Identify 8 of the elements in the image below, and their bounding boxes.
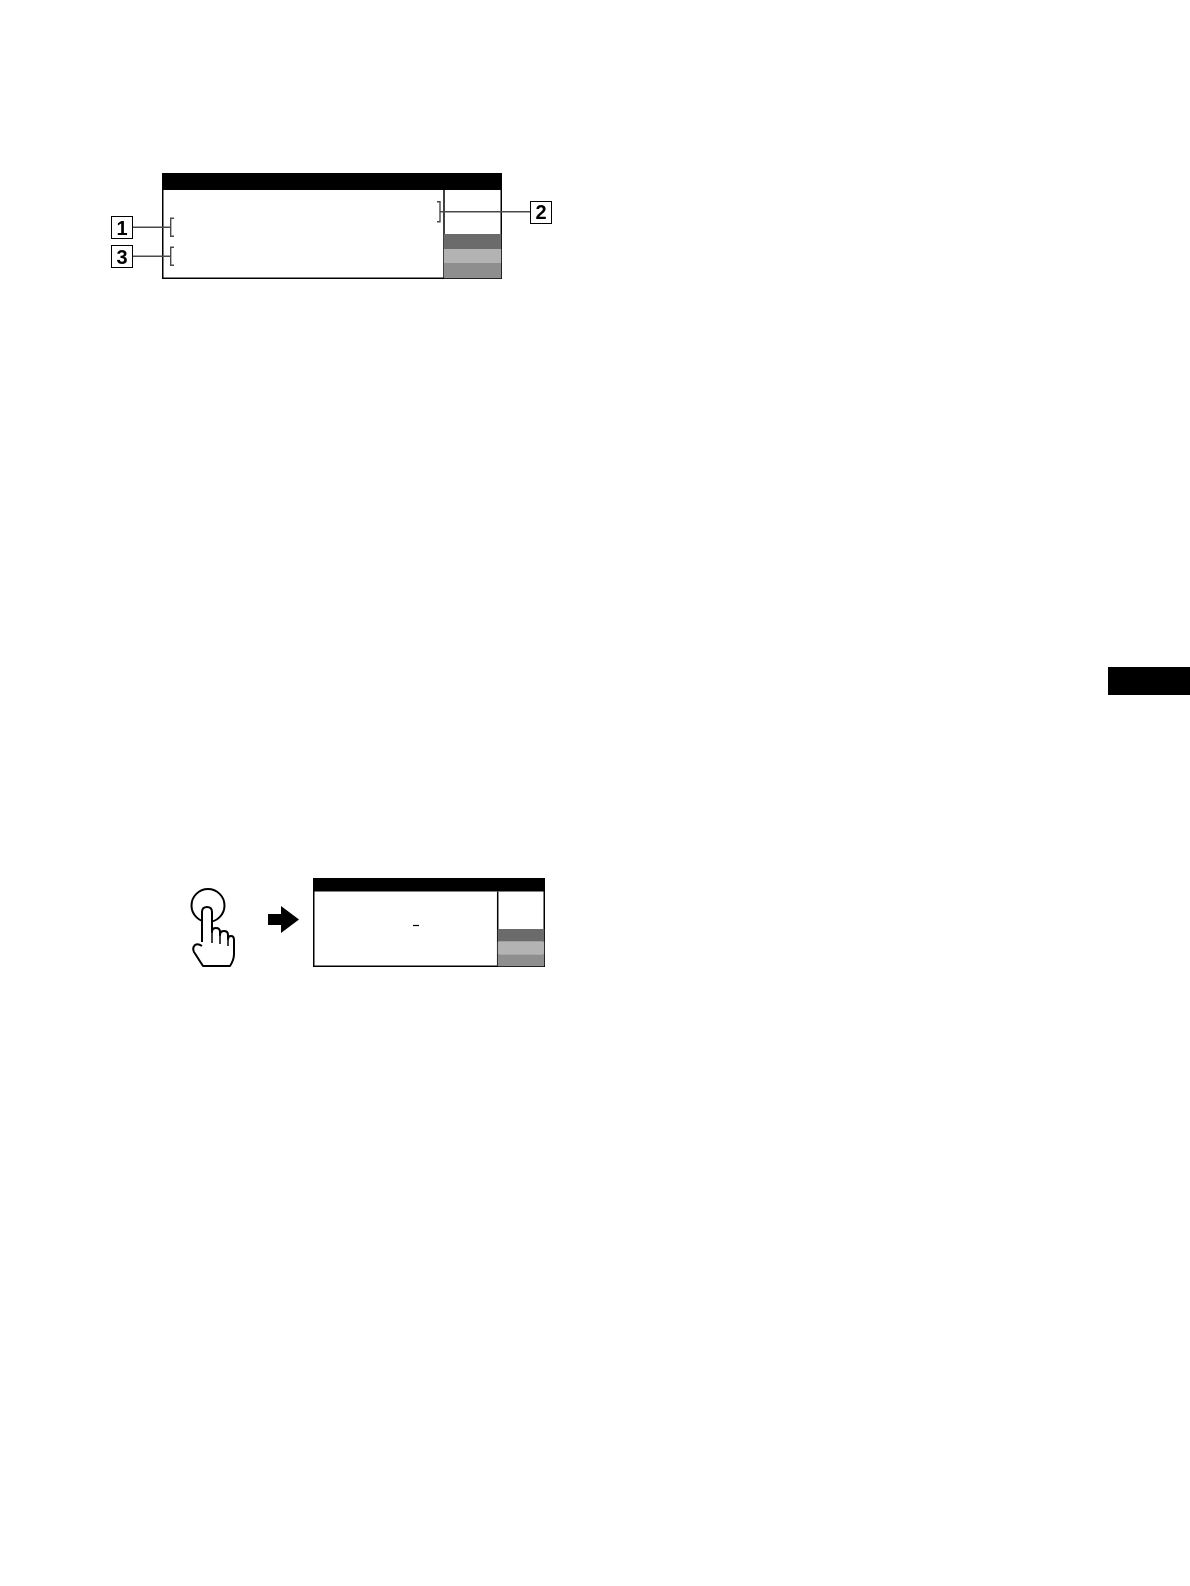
dash-icon — [412, 924, 420, 927]
callout-number: 1 — [111, 216, 133, 239]
callout-number: 3 — [111, 245, 133, 268]
leader-line — [132, 246, 175, 266]
callout-number: 2 — [530, 200, 552, 224]
leader-line — [132, 217, 175, 237]
arrow-right-icon — [268, 906, 299, 933]
finger-button-icon — [190, 888, 235, 967]
